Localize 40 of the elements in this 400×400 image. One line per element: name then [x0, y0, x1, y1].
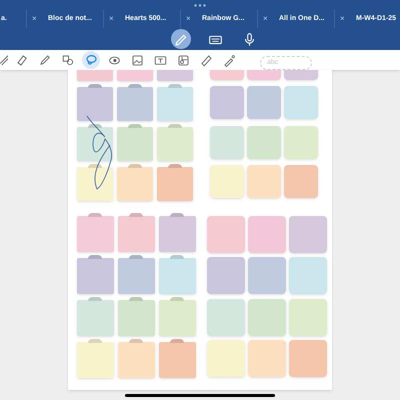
ruler-icon — [198, 52, 214, 68]
sticky-note[interactable] — [247, 164, 281, 198]
pencil-icon — [38, 52, 52, 68]
pen-tip-icon — [0, 52, 8, 68]
lasso-icon — [84, 52, 98, 68]
sticker-icon — [176, 52, 190, 68]
sticky-note[interactable] — [207, 257, 245, 294]
sticky-note[interactable] — [289, 257, 327, 294]
sticky-note[interactable] — [247, 126, 281, 158]
sticky-note[interactable] — [289, 298, 327, 336]
sticky-note[interactable] — [248, 257, 286, 294]
sticky-note[interactable] — [210, 164, 244, 198]
input-mode-button[interactable] — [171, 29, 191, 49]
sticky-note[interactable] — [210, 86, 244, 120]
sticky-note[interactable] — [207, 298, 245, 336]
sticky-note[interactable] — [207, 340, 245, 377]
close-tab-button[interactable]: × — [186, 13, 196, 25]
sticky-note[interactable] — [284, 164, 318, 198]
close-tab-button[interactable]: × — [32, 13, 42, 25]
close-tab-button[interactable]: × — [109, 13, 119, 25]
sticky-note[interactable] — [284, 126, 318, 158]
shapes-icon — [60, 52, 76, 68]
close-tab-button[interactable]: × — [263, 13, 273, 25]
tabbed-sticky-note[interactable] — [77, 167, 113, 201]
wand-icon — [222, 52, 236, 68]
sticky-note[interactable] — [248, 340, 286, 377]
sticky-note[interactable] — [247, 86, 281, 120]
sticky-note[interactable] — [207, 216, 245, 253]
image-icon — [130, 52, 144, 68]
multitask-dots-icon[interactable] — [194, 4, 206, 6]
sticky-note[interactable] — [284, 86, 318, 120]
tabbed-sticky-note[interactable] — [77, 127, 113, 161]
close-tab-button[interactable]: × — [340, 13, 350, 25]
sticky-note[interactable] — [289, 340, 327, 377]
sticky-note[interactable] — [289, 216, 327, 253]
sticky-note[interactable] — [248, 298, 286, 336]
tool-button[interactable] — [82, 51, 100, 69]
eraser-icon — [14, 52, 30, 68]
sticky-note[interactable] — [210, 126, 244, 158]
sticky-note[interactable] — [248, 216, 286, 253]
